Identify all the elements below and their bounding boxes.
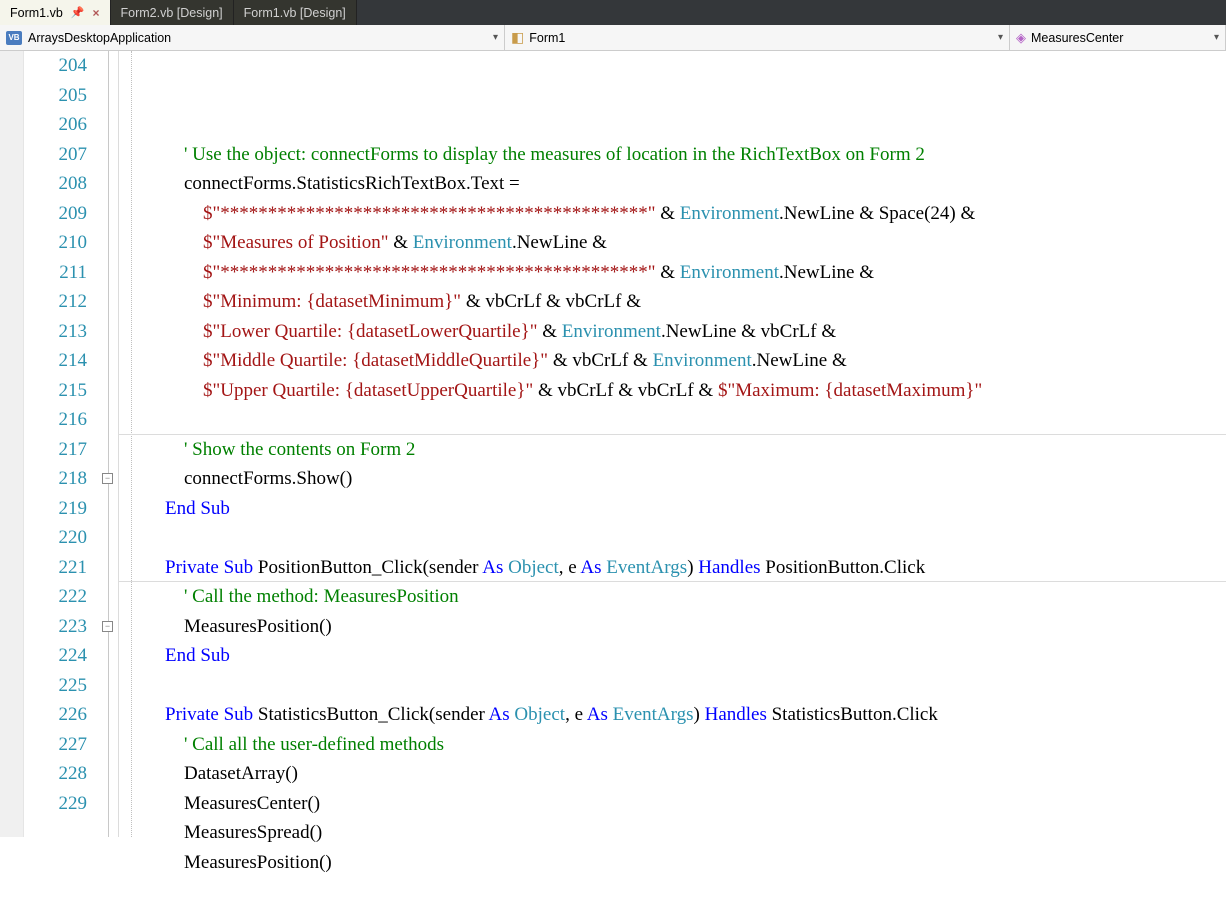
tabbar-empty — [357, 0, 1226, 25]
member-label: MeasuresCenter — [1031, 31, 1123, 45]
code-line[interactable]: End Sub — [119, 641, 1226, 671]
code-line[interactable]: $"Upper Quartile: {datasetUpperQuartile}… — [119, 376, 1226, 406]
code-editor[interactable]: 2042052062072082092102112122132142152162… — [0, 51, 1226, 837]
tab-form1-design[interactable]: Form1.vb [Design] — [234, 0, 357, 25]
line-number: 205 — [24, 81, 87, 111]
close-icon[interactable]: × — [93, 6, 100, 20]
line-number-gutter: 2042052062072082092102112122132142152162… — [24, 51, 97, 837]
tab-label: Form1.vb — [10, 6, 63, 20]
tab-form2-design[interactable]: Form2.vb [Design] — [111, 0, 234, 25]
line-number: 225 — [24, 671, 87, 701]
indicator-margin — [0, 51, 24, 837]
pin-icon[interactable]: 📌 — [71, 6, 85, 19]
chevron-down-icon: ▾ — [493, 32, 498, 43]
navigation-bar: VB ArraysDesktopApplication ▾ ◧ Form1 ▾ … — [0, 25, 1226, 51]
code-line[interactable]: MeasuresPosition() — [119, 848, 1226, 878]
line-number: 229 — [24, 789, 87, 819]
code-line[interactable] — [119, 877, 1226, 907]
code-line[interactable]: ' Use the object: connectForms to displa… — [119, 140, 1226, 170]
line-number: 223 — [24, 612, 87, 642]
line-number: 226 — [24, 700, 87, 730]
code-line[interactable]: MeasuresPosition() — [119, 612, 1226, 642]
indent-guide — [131, 51, 132, 837]
line-number: 228 — [24, 759, 87, 789]
fold-guideline — [108, 51, 109, 837]
document-tabbar: Form1.vb 📌 × Form2.vb [Design] Form1.vb … — [0, 0, 1226, 25]
code-line[interactable]: MeasuresCenter() — [119, 789, 1226, 819]
line-number: 220 — [24, 523, 87, 553]
code-line[interactable]: ' Call all the user-defined methods — [119, 730, 1226, 760]
line-number: 210 — [24, 228, 87, 258]
line-number: 218 — [24, 464, 87, 494]
outlining-margin: −− — [97, 51, 119, 837]
line-number: 209 — [24, 199, 87, 229]
code-line[interactable]: $"**************************************… — [119, 258, 1226, 288]
code-line[interactable]: $"Minimum: {datasetMinimum}" & vbCrLf & … — [119, 287, 1226, 317]
fold-toggle[interactable]: − — [102, 473, 113, 484]
code-line[interactable]: Private Sub StatisticsButton_Click(sende… — [119, 700, 1226, 730]
line-number: 204 — [24, 51, 87, 81]
method-separator — [119, 581, 1226, 582]
line-number: 221 — [24, 553, 87, 583]
code-line[interactable]: ' Call the method: MeasuresPosition — [119, 582, 1226, 612]
code-line[interactable]: Private Sub PositionButton_Click(sender … — [119, 553, 1226, 583]
code-line[interactable] — [119, 523, 1226, 553]
class-dropdown[interactable]: ◧ Form1 ▾ — [505, 25, 1010, 50]
code-line[interactable]: $"**************************************… — [119, 199, 1226, 229]
line-number: 217 — [24, 435, 87, 465]
vb-project-icon: VB — [6, 31, 22, 45]
line-number: 227 — [24, 730, 87, 760]
line-number: 216 — [24, 405, 87, 435]
line-number: 207 — [24, 140, 87, 170]
code-line[interactable]: ' Show the contents on Form 2 — [119, 435, 1226, 465]
method-separator — [119, 434, 1226, 435]
namespace-dropdown[interactable]: VB ArraysDesktopApplication ▾ — [0, 25, 505, 50]
method-icon: ◈ — [1016, 30, 1026, 46]
namespace-label: ArraysDesktopApplication — [28, 31, 171, 45]
line-number: 211 — [24, 258, 87, 288]
code-line[interactable]: connectForms.StatisticsRichTextBox.Text … — [119, 169, 1226, 199]
line-number: 215 — [24, 376, 87, 406]
line-number: 222 — [24, 582, 87, 612]
line-number: 219 — [24, 494, 87, 524]
line-number: 206 — [24, 110, 87, 140]
code-line[interactable]: $"Measures of Position" & Environment.Ne… — [119, 228, 1226, 258]
chevron-down-icon: ▾ — [1214, 32, 1219, 43]
code-line[interactable] — [119, 671, 1226, 701]
line-number: 208 — [24, 169, 87, 199]
code-line[interactable]: $"Middle Quartile: {datasetMiddleQuartil… — [119, 346, 1226, 376]
code-line[interactable]: MeasuresSpread() — [119, 818, 1226, 848]
tab-form1-vb[interactable]: Form1.vb 📌 × — [0, 0, 111, 25]
line-number: 214 — [24, 346, 87, 376]
tab-label: Form1.vb [Design] — [244, 6, 346, 20]
chevron-down-icon: ▾ — [998, 32, 1003, 43]
class-icon: ◧ — [511, 29, 524, 46]
code-line[interactable] — [119, 405, 1226, 435]
fold-toggle[interactable]: − — [102, 621, 113, 632]
class-label: Form1 — [529, 31, 565, 45]
code-line[interactable]: connectForms.Show() — [119, 464, 1226, 494]
code-line[interactable]: $"Lower Quartile: {datasetLowerQuartile}… — [119, 317, 1226, 347]
code-area[interactable]: ' Use the object: connectForms to displa… — [119, 51, 1226, 837]
tab-label: Form2.vb [Design] — [121, 6, 223, 20]
line-number: 213 — [24, 317, 87, 347]
code-line[interactable]: DatasetArray() — [119, 759, 1226, 789]
line-number: 212 — [24, 287, 87, 317]
member-dropdown[interactable]: ◈ MeasuresCenter ▾ — [1010, 25, 1226, 50]
code-line[interactable]: End Sub — [119, 494, 1226, 524]
line-number: 224 — [24, 641, 87, 671]
